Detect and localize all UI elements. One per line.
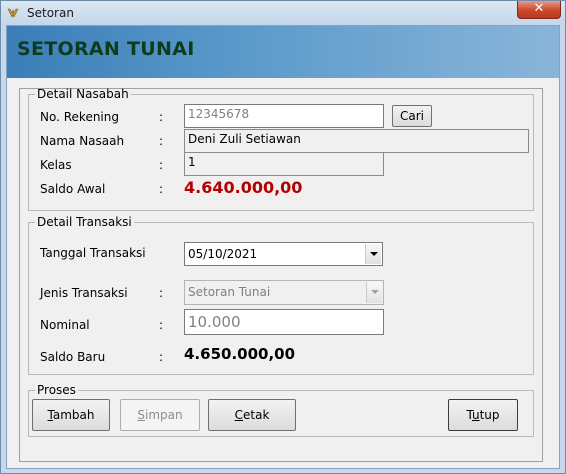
header-band: SETORAN TUNAI [7, 26, 559, 78]
title-bar[interactable]: Setoran ✕ [1, 1, 565, 25]
no-rekening-input[interactable]: 12345678 [184, 104, 384, 128]
colon: : [159, 182, 164, 196]
nama-field: Deni Zuli Setiawan [184, 129, 529, 153]
page-title: SETORAN TUNAI [17, 38, 195, 60]
nominal-input[interactable]: 10.000 [184, 309, 384, 335]
saldo-awal-label: Saldo Awal [40, 182, 106, 196]
jenis-label: Jenis Transaksi [40, 286, 128, 300]
window-title: Setoran [27, 6, 74, 20]
saldo-baru-value: 4.650.000,00 [184, 345, 296, 363]
cetak-button[interactable]: Cetak [208, 399, 296, 431]
form-body: Detail Nasabah No. Rekening : 12345678 C… [7, 78, 559, 468]
tanggal-datepicker[interactable]: 05/10/2021 [184, 242, 383, 266]
simpan-button[interactable]: Simpan [120, 399, 200, 431]
chevron-down-icon[interactable] [365, 244, 381, 264]
detail-transaksi-legend: Detail Transaksi [37, 215, 132, 229]
close-icon[interactable]: ✕ [517, 1, 561, 19]
setoran-window: Setoran ✕ SETORAN TUNAI Detail Nasabah N… [0, 0, 566, 474]
detail-nasabah-legend: Detail Nasabah [37, 87, 129, 101]
jenis-select: Setoran Tunai [184, 280, 384, 305]
client-area: SETORAN TUNAI Detail Nasabah No. Rekenin… [6, 25, 560, 469]
colon: : [159, 286, 164, 300]
kelas-field: 1 [184, 152, 384, 176]
form-frame: Detail Nasabah No. Rekening : 12345678 C… [19, 87, 543, 462]
app-icon [7, 8, 19, 18]
colon: : [159, 318, 164, 332]
tambah-button[interactable]: Tambah [32, 399, 110, 431]
tanggal-value: 05/10/2021 [188, 247, 258, 261]
saldo-awal-value: 4.640.000,00 [184, 178, 303, 197]
colon: : [159, 158, 164, 172]
proses-legend: Proses [37, 383, 76, 397]
colon: : [159, 350, 164, 364]
tanggal-label: Tanggal Transaksi [40, 246, 146, 260]
no-rekening-label: No. Rekening [40, 110, 119, 124]
nominal-label: Nominal [40, 318, 90, 332]
nama-label: Nama Nasaah [40, 134, 125, 148]
jenis-value: Setoran Tunai [188, 285, 271, 299]
colon: : [159, 110, 164, 124]
tutup-button[interactable]: Tutup [448, 399, 518, 431]
saldo-baru-label: Saldo Baru [40, 350, 106, 364]
colon: : [159, 134, 164, 148]
kelas-label: Kelas [40, 158, 72, 172]
cari-button[interactable]: Cari [392, 105, 432, 127]
chevron-down-icon [366, 282, 382, 303]
